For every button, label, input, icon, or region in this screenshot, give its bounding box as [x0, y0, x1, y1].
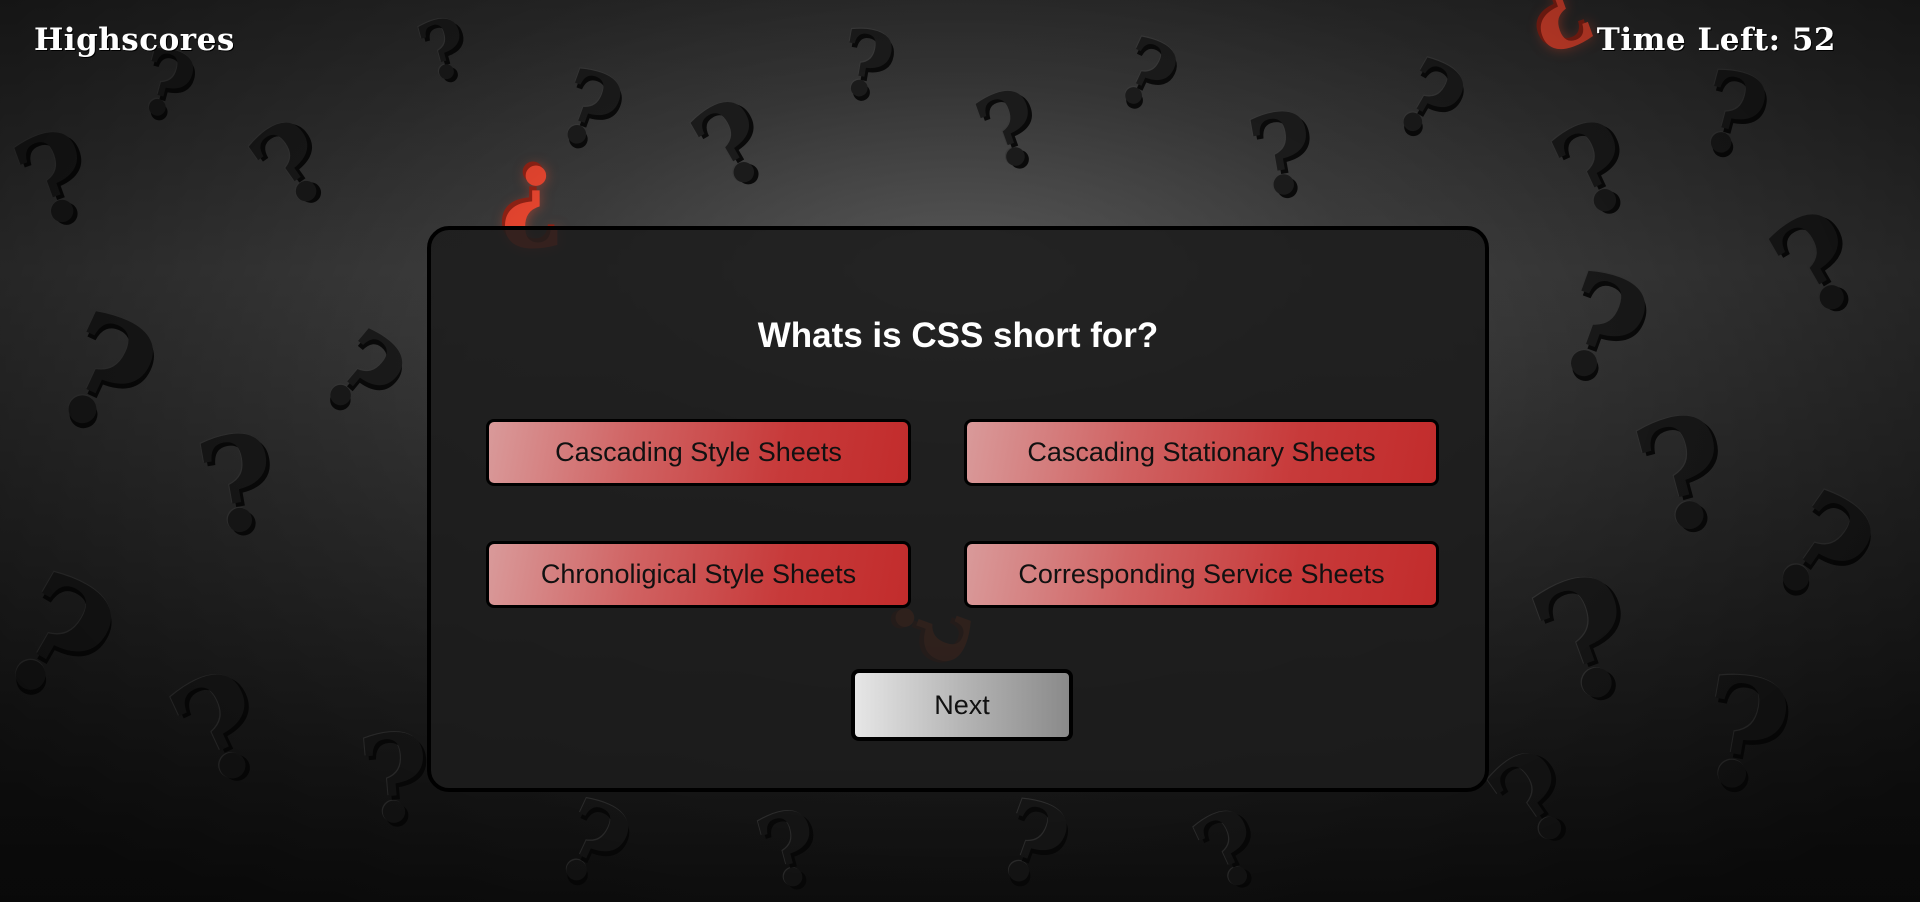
question-text: Whats is CSS short for?: [757, 316, 1159, 355]
answer-button-1[interactable]: Cascading Style Sheets: [486, 419, 911, 486]
time-left-counter: Time Left: 52: [1596, 22, 1836, 58]
answer-button-4[interactable]: Corresponding Service Sheets: [964, 541, 1439, 608]
highscores-link[interactable]: Highscores: [34, 22, 235, 58]
answer-button-2[interactable]: Cascading Stationary Sheets: [964, 419, 1439, 486]
answer-button-3[interactable]: Chronoligical Style Sheets: [486, 541, 911, 608]
next-button[interactable]: Next: [851, 669, 1073, 741]
top-bar: Highscores Time Left: 52: [0, 0, 1920, 90]
quiz-card: Whats is CSS short for? Cascading Style …: [427, 226, 1489, 792]
